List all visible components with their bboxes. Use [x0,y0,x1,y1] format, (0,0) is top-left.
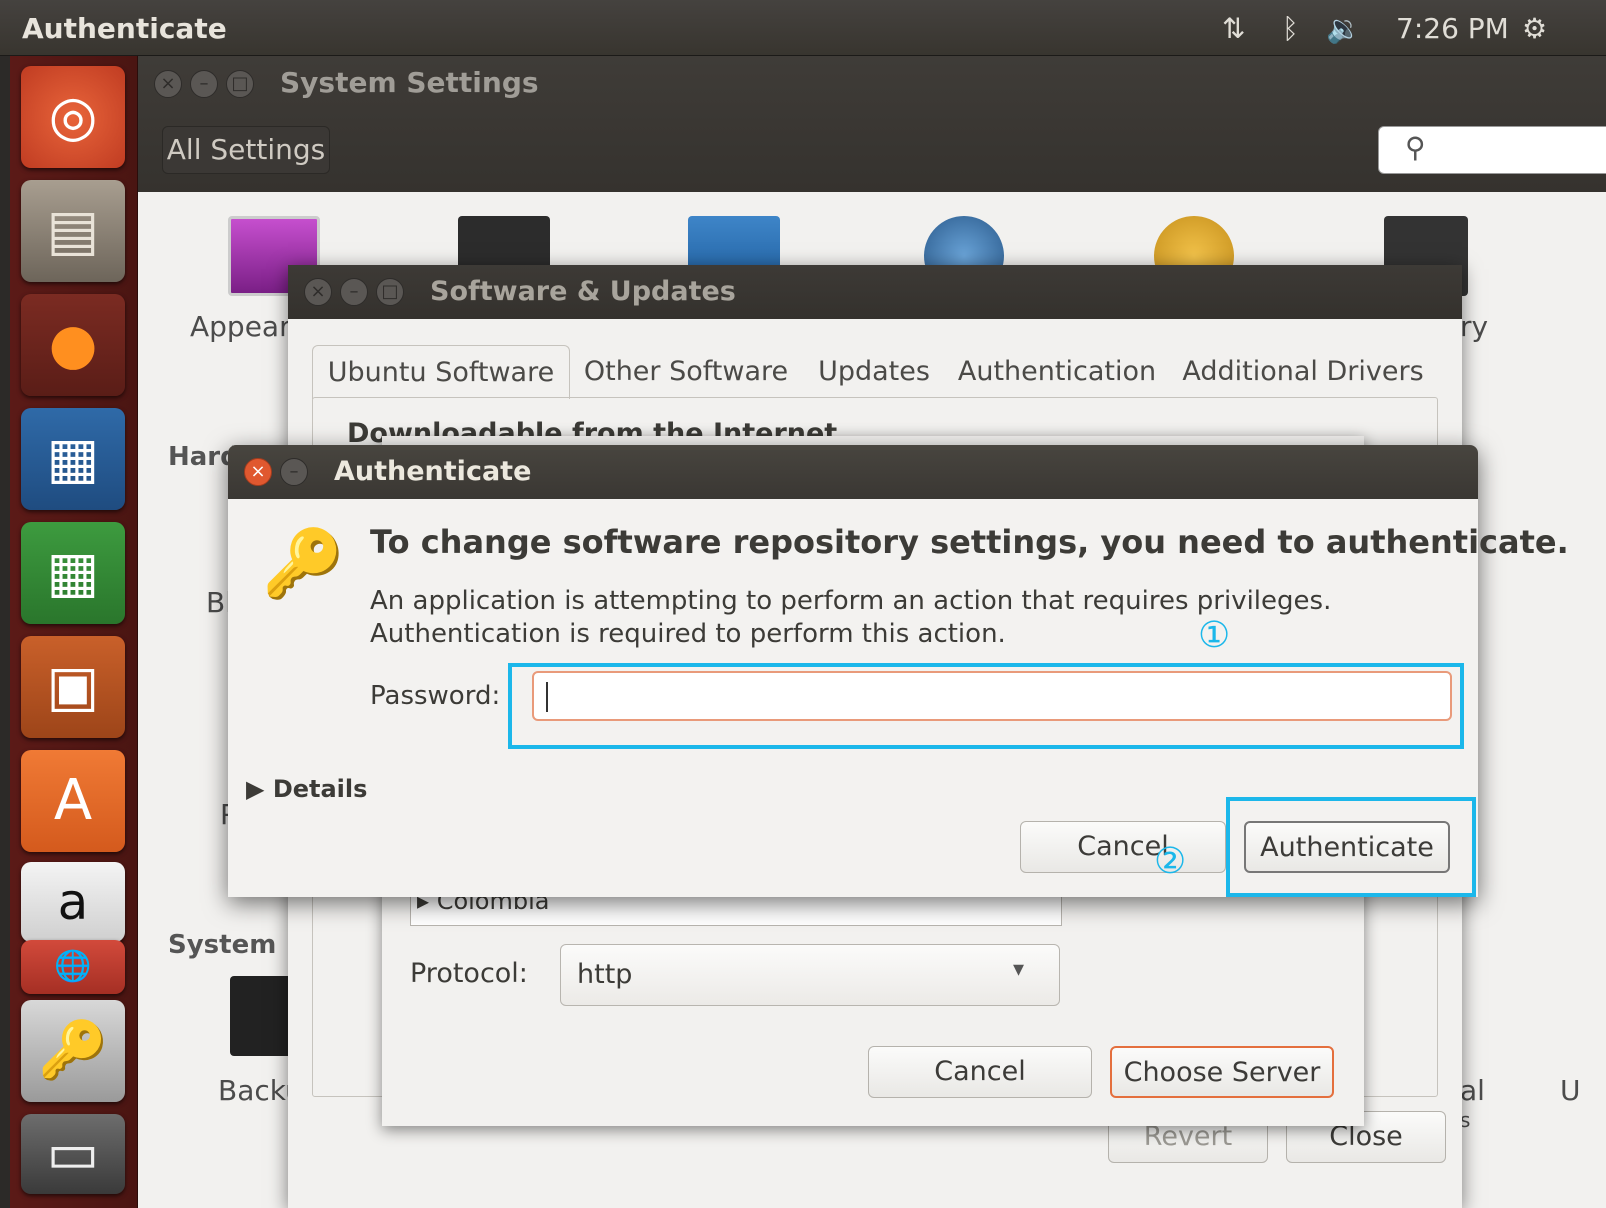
security-label: ry [1460,310,1489,343]
amazon-icon[interactable]: a [21,862,125,942]
ubuntu-dash-icon[interactable]: ◎ [21,66,125,168]
auth-heading: To change software repository settings, … [370,523,1569,561]
close-icon[interactable]: × [244,458,272,486]
removable-drive-icon[interactable]: ▭ [21,1114,125,1194]
bluetooth-icon[interactable]: ᛒ [1282,12,1299,45]
tab-other-software[interactable]: Other Software [576,345,796,399]
details-label: Details [272,775,368,803]
window-title: Software & Updates [430,276,736,307]
window-title: System Settings [280,66,539,99]
minimize-icon[interactable]: – [190,70,218,98]
tab-authentication[interactable]: Authentication [952,345,1162,399]
password-label: Password: [370,681,501,711]
search-input[interactable]: ⚲ [1378,126,1606,174]
volume-icon[interactable]: 🔉 [1326,12,1361,45]
user-accounts-label: U [1560,1074,1581,1107]
dialog-title: Authenticate [334,456,532,487]
auth-body-line2: Authentication is required to perform th… [370,619,1006,649]
annotation-marker-2: ② [1154,841,1187,882]
impress-icon[interactable]: ▣ [21,636,125,738]
tab-additional-drivers[interactable]: Additional Drivers [1172,345,1434,399]
protocol-label: Protocol: [410,958,528,989]
close-icon[interactable]: × [304,278,332,306]
calc-icon[interactable]: ▦ [21,522,125,624]
passwords-keys-icon[interactable]: 🔑 [21,1000,125,1102]
choose-server-button[interactable]: Choose Server [1110,1046,1334,1098]
network-updown-icon[interactable]: ⇅ [1222,12,1245,45]
annotation-marker-1: ① [1198,615,1231,656]
tab-ubuntu-software[interactable]: Ubuntu Software [312,345,570,399]
details-expander[interactable]: ▶ Details [246,775,367,803]
close-icon[interactable]: × [154,70,182,98]
software-updates-header: × – □ Software & Updates [288,265,1462,319]
maximize-icon[interactable]: □ [376,278,404,306]
cancel-button[interactable]: Cancel [1020,821,1226,873]
software-updater-icon[interactable]: 🌐 [21,940,125,994]
writer-icon[interactable]: ▦ [21,408,125,510]
files-icon[interactable]: ▤ [21,180,125,282]
universal-access-label: al [1460,1074,1485,1107]
search-icon: ⚲ [1405,131,1426,164]
highlight-box-password [508,663,1464,749]
system-heading: System [168,930,277,960]
auth-header: × – Authenticate [228,445,1478,499]
auth-body-line1: An application is attempting to perform … [370,586,1332,616]
minimize-icon[interactable]: – [340,278,368,306]
firefox-icon[interactable]: ● [21,294,125,396]
highlight-box-authenticate [1226,797,1476,897]
active-window-title: Authenticate [22,12,227,45]
system-settings-header: × – □ System Settings All Settings ⚲ [138,56,1606,192]
all-settings-button[interactable]: All Settings [162,126,330,174]
protocol-select[interactable]: http ▾ [560,944,1060,1006]
software-center-icon[interactable]: A [21,750,125,852]
clock[interactable]: 7:26 PM [1396,12,1509,45]
appearance-label: Appear [190,310,291,343]
tab-updates[interactable]: Updates [806,345,942,399]
chevron-down-icon: ▾ [1013,957,1025,982]
top-panel: Authenticate ⇅ ᛒ 🔉 7:26 PM ⚙ [0,0,1606,56]
keys-icon: 🔑 [262,525,345,602]
launcher: ◎ ▤ ● ▦ ▦ ▣ A a 🌐 🔑 ▭ [10,56,138,1208]
cancel-button[interactable]: Cancel [868,1046,1092,1098]
power-gear-icon[interactable]: ⚙ [1522,12,1547,45]
protocol-value: http [577,959,633,990]
minimize-icon[interactable]: – [280,458,308,486]
maximize-icon[interactable]: □ [226,70,254,98]
authenticate-dialog: × – Authenticate 🔑 To change software re… [228,445,1569,897]
